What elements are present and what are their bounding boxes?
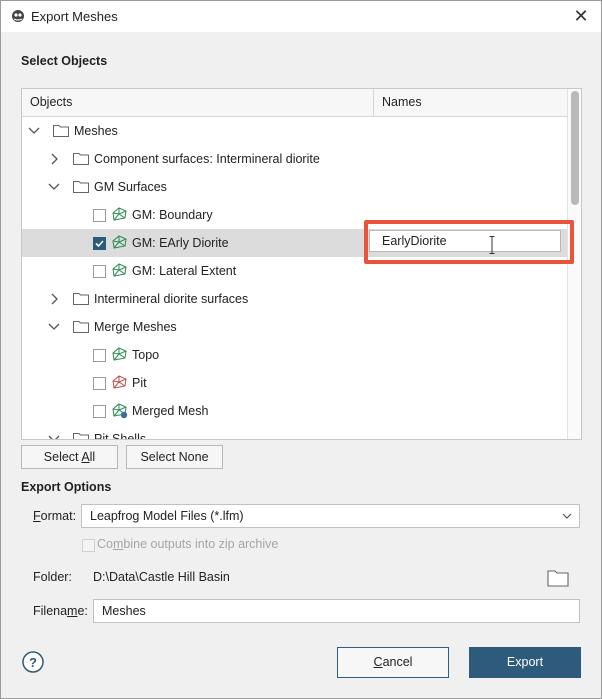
export-button[interactable]: Export [469, 647, 581, 678]
chevron-down-icon[interactable] [47, 313, 61, 341]
format-label: Format: [33, 509, 76, 523]
format-select[interactable]: Leapfrog Model Files (*.lfm) [81, 504, 580, 528]
filename-label-post: e: [77, 604, 88, 618]
chevron-down-icon[interactable] [47, 173, 61, 201]
folder-label: Folder: [33, 570, 72, 584]
help-glyph: ? [29, 655, 37, 670]
text-cursor-icon [489, 236, 495, 254]
format-label-rest: ormat: [40, 509, 77, 523]
tree-row-label: GM Surfaces [94, 180, 167, 194]
column-header-names[interactable]: Names [373, 89, 567, 116]
tree-row-label: GM: Boundary [132, 208, 213, 222]
tree-row-label: Topo [132, 348, 160, 362]
tree-row-component-surfaces[interactable]: Component surfaces: Intermineral diorite [22, 145, 567, 173]
tree-row-pit-shells[interactable]: Pit Shells [22, 425, 567, 440]
tree-row-label: GM: EArly Diorite [132, 236, 229, 250]
cancel-label-rest: ancel [382, 655, 413, 669]
export-options-heading: Export Options [21, 480, 112, 494]
format-select-value: Leapfrog Model Files (*.lfm) [90, 509, 244, 523]
tree-row-intermineral-diorite-surfaces[interactable]: Intermineral diorite surfaces [22, 285, 567, 313]
tree-scrollbar[interactable] [567, 89, 581, 439]
filename-input[interactable]: Meshes [93, 599, 580, 623]
tree-row-label: GM: Lateral Extent [132, 264, 237, 278]
select-all-label-pre: Select [43, 450, 82, 464]
zip-archive-label: Combine outputs into zip archive [97, 537, 278, 551]
folder-icon [73, 321, 89, 333]
format-label-mnemonic: F [33, 509, 41, 523]
folder-icon [73, 293, 89, 305]
mesh-icon [112, 207, 127, 221]
title-bar: Export Meshes ✕ [1, 1, 601, 32]
chevron-down-icon [562, 513, 572, 519]
filename-label-pre: Filena [33, 604, 68, 618]
row-checkbox[interactable] [93, 209, 106, 222]
column-header-objects[interactable]: Objects [22, 89, 373, 116]
tree-row-pit[interactable]: Pit [22, 369, 567, 397]
highlight-annotation [364, 220, 574, 264]
chevron-down-icon[interactable] [27, 117, 41, 145]
folder-icon [73, 181, 89, 193]
tree-row-label: Component surfaces: Intermineral diorite [94, 152, 320, 166]
zip-label-post: bine outputs into zip archive [123, 537, 279, 551]
objects-tree: Objects Names Meshes Component surfaces:… [21, 88, 582, 440]
mesh-icon [112, 263, 127, 277]
folder-icon [73, 153, 89, 165]
cancel-button[interactable]: Cancel [337, 647, 449, 678]
window-title: Export Meshes [31, 9, 118, 24]
zip-label-pre: Co [97, 537, 113, 551]
mesh-icon [112, 235, 127, 249]
mesh-icon [112, 347, 127, 361]
cancel-label-mnemonic: C [373, 655, 383, 669]
help-icon[interactable]: ? [22, 651, 44, 673]
mesh-icon [112, 375, 127, 389]
select-objects-heading: Select Objects [21, 54, 108, 68]
folder-icon [53, 125, 69, 137]
row-checkbox[interactable] [93, 349, 106, 362]
tree-row-label: Pit [132, 376, 147, 390]
chevron-right-icon[interactable] [47, 145, 61, 173]
chevron-right-icon[interactable] [47, 285, 61, 313]
tree-row-topo[interactable]: Topo [22, 341, 567, 369]
tree-row-label: Merge Meshes [94, 320, 177, 334]
merged-mesh-icon [112, 403, 128, 419]
folder-path: D:\Data\Castle Hill Basin [93, 570, 230, 584]
folder-icon [73, 433, 89, 439]
row-checkbox[interactable] [93, 265, 106, 278]
leapfrog-app-icon [12, 10, 24, 22]
tree-header: Objects Names [22, 89, 567, 117]
tree-row-label: Merged Mesh [132, 404, 209, 418]
filename-label: Filename: [33, 604, 88, 618]
zip-archive-checkbox[interactable] [82, 539, 95, 552]
tree-row-label: Meshes [74, 124, 118, 138]
tree-row-gm-surfaces[interactable]: GM Surfaces [22, 173, 567, 201]
select-all-button[interactable]: Select All [21, 445, 118, 469]
tree-row-label: Intermineral diorite surfaces [94, 292, 249, 306]
select-all-label-mnemonic: A [81, 450, 90, 464]
zip-label-mnemonic: m [112, 537, 124, 551]
browse-folder-icon[interactable] [547, 569, 569, 587]
chevron-down-icon[interactable] [47, 425, 61, 440]
row-checkbox[interactable] [93, 405, 106, 418]
tree-row-meshes[interactable]: Meshes [22, 117, 567, 145]
filename-label-mnemonic: m [67, 604, 78, 618]
row-checkbox-checked[interactable] [93, 237, 106, 250]
scrollbar-thumb[interactable] [571, 91, 579, 205]
tree-row-merge-meshes[interactable]: Merge Meshes [22, 313, 567, 341]
select-none-button[interactable]: Select None [126, 445, 223, 469]
row-checkbox[interactable] [93, 377, 106, 390]
tree-row-label: Pit Shells [94, 432, 147, 440]
select-all-label-post: ll [89, 450, 96, 464]
tree-row-merged-mesh[interactable]: Merged Mesh [22, 397, 567, 425]
close-icon[interactable]: ✕ [571, 6, 591, 26]
